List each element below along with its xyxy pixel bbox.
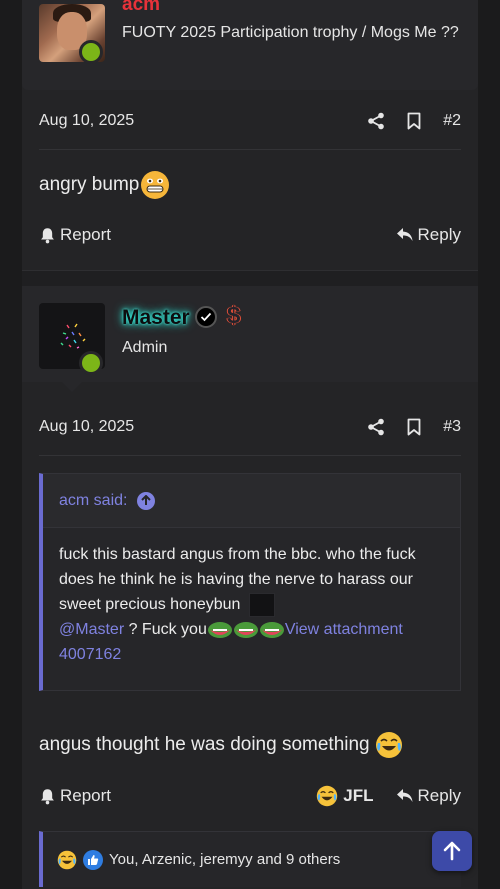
- report-button[interactable]: Report: [39, 786, 111, 806]
- reactions-bar[interactable]: You, Arzenic, jeremyy and 9 others: [39, 831, 461, 887]
- online-indicator: [79, 40, 103, 64]
- jfl-label: JFL: [343, 786, 374, 805]
- post-2-meta: Aug 10, 2025 #2: [39, 101, 461, 141]
- inline-image[interactable]: [248, 592, 275, 617]
- scroll-to-top-button[interactable]: [432, 831, 472, 871]
- post-body-text: angus thought he was doing something: [39, 734, 370, 755]
- post-3-meta: Aug 10, 2025 #3: [39, 407, 461, 447]
- arrow-up-icon[interactable]: [137, 491, 156, 510]
- jfl-reaction-button[interactable]: JFL: [316, 785, 374, 807]
- bookmark-icon[interactable]: [403, 110, 425, 132]
- online-indicator: [79, 351, 103, 375]
- bell-icon: [41, 227, 54, 243]
- report-label: Report: [60, 225, 112, 244]
- verified-icon: [195, 306, 217, 328]
- reactions-text[interactable]: You, Arzenic, jeremyy and 9 others: [109, 851, 340, 868]
- post-2-actions: Report Reply: [39, 220, 461, 250]
- user-title: FUOTY 2025 Participation trophy / Mogs M…: [122, 24, 459, 41]
- reply-button[interactable]: Reply: [396, 225, 461, 245]
- report-button[interactable]: Report: [39, 225, 111, 245]
- post-number[interactable]: #3: [443, 418, 461, 436]
- post-3-userbar: Master $ Admin: [22, 286, 478, 392]
- post-body-text: angry bump: [39, 174, 140, 195]
- post-3-body: angus thought he was doing something: [39, 731, 403, 759]
- post-date[interactable]: Aug 10, 2025: [39, 112, 349, 130]
- thumbs-up-icon: [83, 849, 103, 870]
- quote-text-tail: ? Fuck you: [124, 621, 207, 638]
- reply-icon: [396, 789, 413, 802]
- quote-block: acm said: fuck this bastard angus from t…: [39, 473, 461, 691]
- post-separator: [22, 270, 478, 286]
- bell-icon: [41, 788, 54, 804]
- cry-laugh-emoji: [57, 850, 77, 870]
- reply-label: Reply: [417, 225, 461, 244]
- reply-label: Reply: [417, 786, 461, 805]
- user-title: Admin: [122, 339, 168, 356]
- report-label: Report: [60, 786, 112, 805]
- frog-emoji-group: [207, 621, 285, 638]
- post-2-userbar: acm FUOTY 2025 Participation trophy / Mo…: [22, 0, 478, 90]
- quote-header[interactable]: acm said:: [43, 474, 460, 528]
- share-icon[interactable]: [365, 416, 387, 438]
- mention-link[interactable]: @Master: [59, 621, 124, 638]
- quote-text: fuck this bastard angus from the bbc. wh…: [59, 546, 416, 613]
- dollar-icon: $: [227, 302, 241, 329]
- username-acm[interactable]: acm: [122, 0, 160, 14]
- cry-laugh-emoji: [316, 785, 338, 807]
- post-number[interactable]: #2: [443, 112, 461, 130]
- divider: [39, 149, 461, 150]
- post-2-body: angry bump: [39, 170, 170, 200]
- thread-page: acm FUOTY 2025 Participation trophy / Mo…: [22, 0, 478, 889]
- reply-icon: [396, 228, 413, 241]
- share-icon[interactable]: [365, 110, 387, 132]
- username-master[interactable]: Master: [122, 306, 190, 330]
- reply-button[interactable]: Reply: [396, 786, 461, 806]
- cry-laugh-emoji: [375, 731, 403, 759]
- quote-author[interactable]: acm said:: [59, 492, 127, 510]
- divider: [39, 455, 461, 456]
- bookmark-icon[interactable]: [403, 416, 425, 438]
- grimace-emoji: [140, 170, 170, 200]
- arrow-up-icon: [443, 841, 461, 861]
- quote-body: fuck this bastard angus from the bbc. wh…: [43, 528, 460, 667]
- post-date[interactable]: Aug 10, 2025: [39, 418, 349, 436]
- post-3-actions: Report JFL Reply: [39, 781, 461, 811]
